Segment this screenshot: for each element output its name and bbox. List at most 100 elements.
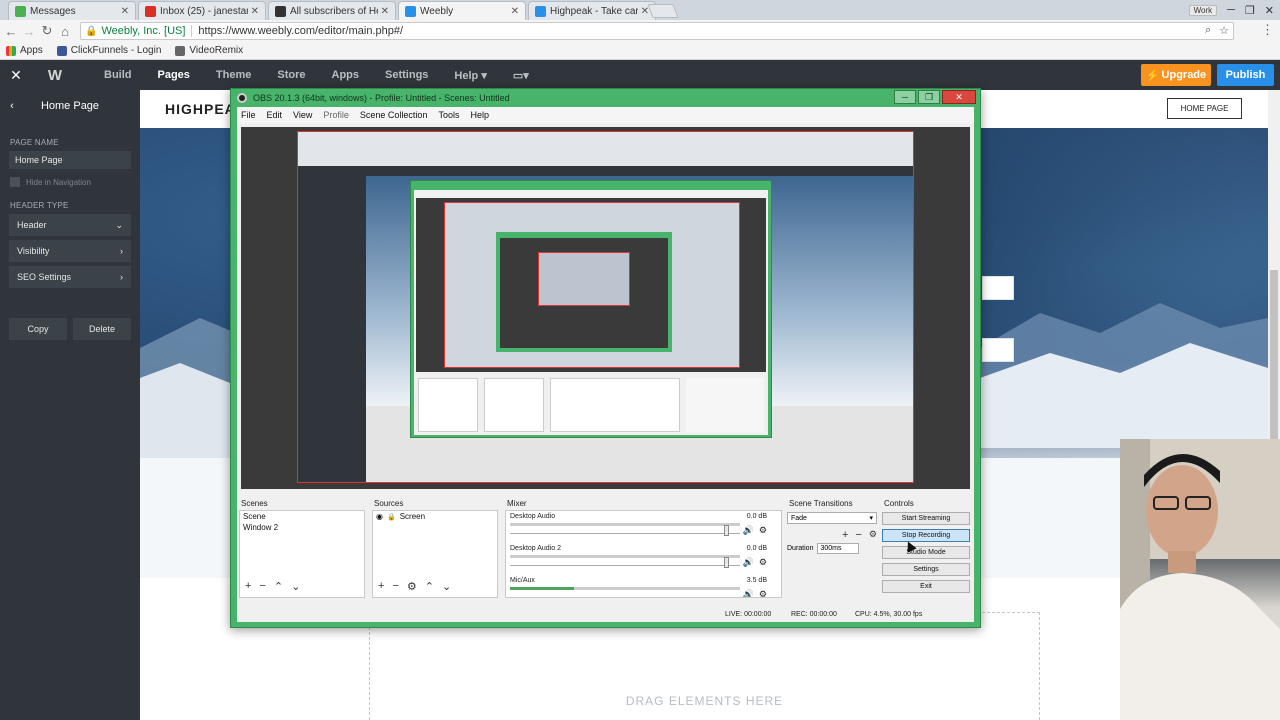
remove-scene-icon[interactable]: − [259,580,265,593]
move-up-icon[interactable]: ⌃ [274,580,283,593]
header-type-select[interactable]: Header ⌄ [9,214,131,236]
add-scene-icon[interactable]: + [245,580,251,593]
gear-icon[interactable]: ⚙ [759,557,767,568]
delete-page-button[interactable]: Delete [73,318,131,340]
scene-item[interactable]: Scene [240,511,364,522]
text-block-placeholder[interactable] [982,276,1014,300]
menu-help[interactable]: Help [470,110,489,120]
obs-minimize-icon[interactable]: ─ [894,90,916,104]
browser-menu-icon[interactable]: ⋮ [1261,22,1274,38]
checkbox-icon[interactable] [10,177,20,187]
obs-titlebar[interactable]: OBS 20.1.3 (64bit, windows) - Profile: U… [231,89,980,107]
add-transition-icon[interactable]: + [842,529,848,541]
browser-tab-active[interactable]: Weebly ✕ [398,1,526,20]
visibility-row[interactable]: Visibility › [9,240,131,262]
webcam-overlay [1120,439,1280,720]
search-icon[interactable]: ⌕ [1205,24,1211,37]
bookmark-star-icon[interactable]: ☆ [1219,24,1229,37]
stop-recording-button[interactable]: Stop Recording [882,529,970,542]
menu-view[interactable]: View [293,110,312,120]
text-block-placeholder[interactable] [982,338,1014,362]
menu-profile[interactable]: Profile [323,110,349,120]
remove-source-icon[interactable]: − [392,580,398,593]
nav-theme[interactable]: Theme [216,69,251,81]
close-tab-icon[interactable]: ✕ [121,6,129,17]
page-name-input[interactable]: Home Page [9,151,131,169]
obs-preview[interactable] [241,127,970,489]
seo-settings-row[interactable]: SEO Settings › [9,266,131,288]
nav-help[interactable]: Help ▾ [454,69,486,82]
volume-slider[interactable] [510,533,740,534]
upgrade-button[interactable]: ⚡ Upgrade [1141,64,1211,86]
omnibox[interactable]: 🔒 Weebly, Inc. [US] https://www.weebly.c… [80,22,1234,40]
eye-icon[interactable]: ◉ [376,512,383,521]
nav-build[interactable]: Build [104,69,132,81]
speaker-icon[interactable]: 🔊 [743,589,754,597]
publish-button[interactable]: Publish [1217,64,1274,86]
obs-close-icon[interactable]: ✕ [942,90,976,104]
close-editor-icon[interactable]: ✕ [0,67,32,84]
obs-maximize-icon[interactable]: ❐ [918,90,940,104]
move-up-icon[interactable]: ⌃ [425,580,434,593]
transition-gear-icon[interactable]: ⚙ [869,529,877,541]
site-logo[interactable]: HIGHPEA [165,101,236,117]
forward-icon[interactable]: → [20,24,38,39]
nav-apps[interactable]: Apps [332,69,360,81]
close-tab-icon[interactable]: ✕ [511,6,519,17]
lock-icon[interactable]: 🔒 [387,513,396,521]
maximize-icon[interactable]: ❐ [1245,4,1255,17]
nav-pages[interactable]: Pages [158,69,190,81]
speaker-icon[interactable]: 🔊 [743,525,754,536]
menu-tools[interactable]: Tools [438,110,459,120]
transition-select[interactable]: Fade ▾ [787,512,877,524]
device-preview-icon[interactable]: ▭▾ [513,69,529,82]
exit-button[interactable]: Exit [882,580,970,593]
volume-slider-handle[interactable] [724,525,729,536]
drop-zone[interactable]: DRAG ELEMENTS HERE [369,612,1040,720]
hide-in-navigation-checkbox[interactable]: Hide in Navigation [0,177,140,187]
move-down-icon[interactable]: ⌄ [442,580,451,593]
studio-mode-button[interactable]: Studio Mode [882,546,970,559]
bookmark-videoremix[interactable]: VideoRemix [175,45,243,56]
bookmark-clickfunnels[interactable]: ClickFunnels - Login [56,45,161,56]
volume-slider[interactable] [510,565,740,566]
new-tab-button[interactable] [647,4,679,18]
gear-icon[interactable]: ⚙ [759,525,767,536]
start-streaming-button[interactable]: Start Streaming [882,512,970,525]
profile-badge[interactable]: Work [1188,4,1218,16]
close-tab-icon[interactable]: ✕ [251,6,259,17]
browser-tab[interactable]: Highpeak - Take care of ✕ [528,1,656,20]
scrollbar-thumb[interactable] [1270,270,1278,450]
reload-icon[interactable]: ↻ [38,23,56,39]
add-source-icon[interactable]: + [378,580,384,593]
source-item[interactable]: ◉ 🔒 Screen [373,511,497,522]
copy-page-button[interactable]: Copy [9,318,67,340]
source-settings-gear-icon[interactable]: ⚙ [407,580,417,593]
minimize-icon[interactable]: ─ [1227,4,1235,16]
menu-file[interactable]: File [241,110,256,120]
remove-transition-icon[interactable]: − [855,529,861,541]
nav-settings[interactable]: Settings [385,69,428,81]
scene-item[interactable]: Window 2 [240,522,364,533]
menu-edit[interactable]: Edit [267,110,283,120]
back-chevron-icon[interactable]: ‹ [0,100,24,112]
gear-icon[interactable]: ⚙ [759,589,767,597]
back-icon[interactable]: ← [2,24,20,39]
browser-tab[interactable]: Messages ✕ [8,1,136,20]
site-nav-home[interactable]: HOME PAGE [1167,98,1242,119]
close-window-icon[interactable]: ✕ [1265,4,1274,17]
speaker-icon[interactable]: 🔊 [743,557,754,568]
bookmark-apps[interactable]: Apps [6,45,43,56]
settings-button[interactable]: Settings [882,563,970,576]
volume-slider-handle[interactable] [724,557,729,568]
close-tab-icon[interactable]: ✕ [381,6,389,17]
nav-store[interactable]: Store [277,69,305,81]
home-icon[interactable]: ⌂ [56,24,74,39]
url-text[interactable]: https://www.weebly.com/editor/main.php#/ [198,25,403,37]
menu-scene-collection[interactable]: Scene Collection [360,110,428,120]
browser-tab[interactable]: Inbox (25) - janestan199 ✕ [138,1,266,20]
browser-tab[interactable]: All subscribers of Health ✕ [268,1,396,20]
weebly-logo-icon[interactable]: W [32,67,78,84]
move-down-icon[interactable]: ⌄ [291,580,300,593]
duration-input[interactable]: 300ms [817,543,860,554]
